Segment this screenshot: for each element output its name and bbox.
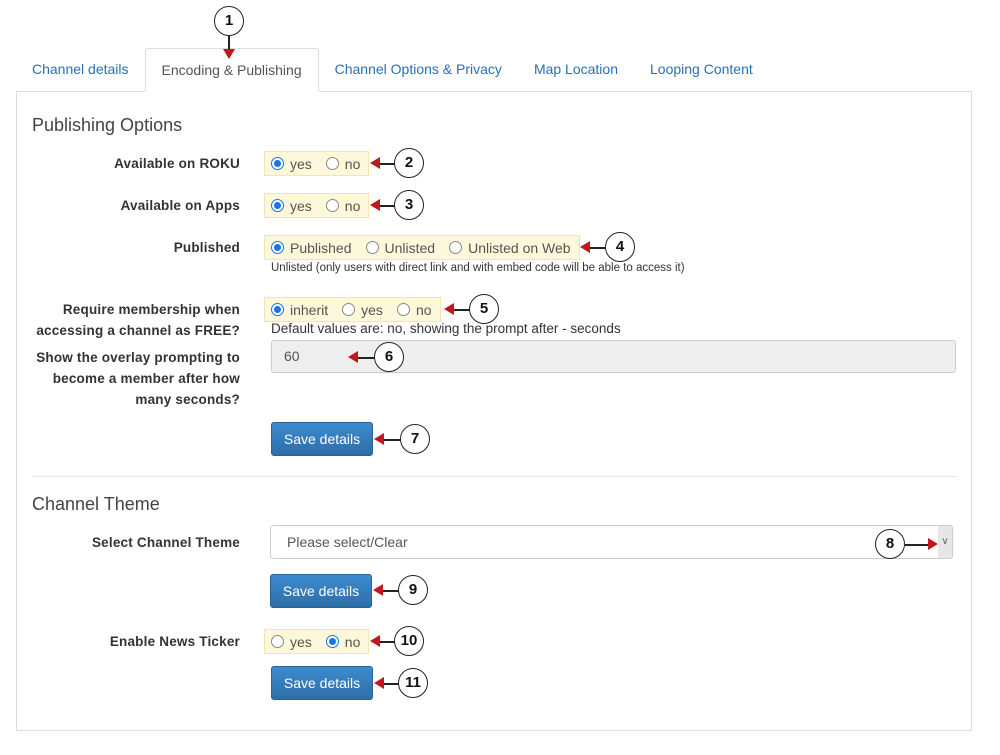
published-published-radio[interactable]: Published — [271, 240, 352, 256]
roku-label: Available on ROKU — [114, 156, 240, 171]
callout-10: 10 — [394, 626, 424, 656]
callout-6-line — [357, 357, 375, 359]
news-ticker-radio-group: yes no — [264, 629, 370, 654]
callout-8: 8 — [875, 529, 905, 559]
news-ticker-label: Enable News Ticker — [109, 634, 240, 649]
membership-no-radio[interactable]: no — [396, 302, 432, 318]
chevron-down-icon[interactable]: ∨ — [938, 526, 952, 558]
callout-9: 9 — [398, 575, 428, 605]
callout-6-arrow-icon — [348, 351, 358, 363]
callout-1-arrow-icon — [223, 49, 235, 59]
callout-3-line — [379, 205, 395, 207]
tab-channel-details[interactable]: Channel details — [16, 48, 145, 91]
tab-looping-content[interactable]: Looping Content — [634, 48, 769, 91]
published-label: Published — [173, 240, 240, 255]
tab-map-location[interactable]: Map Location — [518, 48, 634, 91]
apps-no-radio[interactable]: no — [325, 198, 360, 214]
publishing-options-title: Publishing Options — [32, 115, 183, 135]
published-unlisted-web-radio[interactable]: Unlisted on Web — [449, 240, 571, 256]
callout-11-line — [383, 683, 399, 685]
overlay-seconds-label: Show the overlay prompting to become a m… — [36, 350, 240, 407]
callout-4-arrow-icon — [580, 241, 590, 253]
roku-radio-group: yes no — [264, 151, 370, 176]
callout-2: 2 — [394, 148, 424, 178]
channel-theme-select[interactable]: Please select/Clear ∨ — [270, 525, 953, 559]
callout-4: 4 — [605, 232, 635, 262]
callout-11-arrow-icon — [374, 677, 384, 689]
published-help-text: Unlisted (only users with direct link an… — [271, 262, 685, 274]
membership-radio-group: inherit yes no — [264, 297, 441, 322]
apps-label: Available on Apps — [120, 198, 240, 213]
select-theme-label: Select Channel Theme — [91, 535, 240, 550]
section-divider — [32, 476, 956, 477]
callout-5-line — [453, 309, 470, 311]
roku-no-radio[interactable]: no — [325, 156, 360, 172]
callout-9-line — [382, 590, 399, 592]
membership-help-text: Default values are: no, showing the prom… — [271, 321, 621, 336]
callout-5: 5 — [469, 294, 499, 324]
callout-4-line — [589, 247, 606, 249]
news-ticker-yes-radio[interactable]: yes — [271, 634, 312, 650]
callout-10-arrow-icon — [370, 635, 380, 647]
callout-1-line — [228, 36, 230, 50]
callout-11: 11 — [398, 668, 428, 698]
callout-2-arrow-icon — [370, 157, 380, 169]
save-details-button-publishing[interactable]: Save details — [271, 422, 373, 456]
callout-2-line — [379, 163, 395, 165]
membership-inherit-radio[interactable]: inherit — [271, 302, 328, 318]
apps-yes-radio[interactable]: yes — [271, 198, 312, 214]
callout-9-arrow-icon — [373, 584, 383, 596]
save-details-button-theme[interactable]: Save details — [270, 574, 372, 608]
membership-label: Require membership when accessing a chan… — [36, 302, 240, 338]
published-radio-group: Published Unlisted Unlisted on Web — [264, 235, 580, 260]
channel-theme-title: Channel Theme — [32, 494, 160, 514]
callout-1: 1 — [214, 6, 244, 36]
news-ticker-no-radio[interactable]: no — [325, 634, 360, 650]
callout-5-arrow-icon — [444, 303, 454, 315]
tab-channel-options-privacy[interactable]: Channel Options & Privacy — [319, 48, 518, 91]
callout-10-line — [379, 641, 395, 643]
tab-bar: Channel details Encoding & Publishing Ch… — [16, 48, 769, 92]
callout-3-arrow-icon — [370, 199, 380, 211]
callout-8-arrow-icon — [928, 538, 938, 550]
save-details-button-ticker[interactable]: Save details — [271, 666, 373, 700]
membership-yes-radio[interactable]: yes — [342, 302, 383, 318]
callout-3: 3 — [394, 190, 424, 220]
apps-radio-group: yes no — [264, 193, 370, 218]
callout-8-line — [905, 544, 929, 546]
callout-7: 7 — [400, 424, 430, 454]
callout-7-line — [383, 439, 401, 441]
callout-7-arrow-icon — [374, 433, 384, 445]
published-unlisted-radio[interactable]: Unlisted — [365, 240, 435, 256]
callout-6: 6 — [374, 342, 404, 372]
roku-yes-radio[interactable]: yes — [271, 156, 312, 172]
